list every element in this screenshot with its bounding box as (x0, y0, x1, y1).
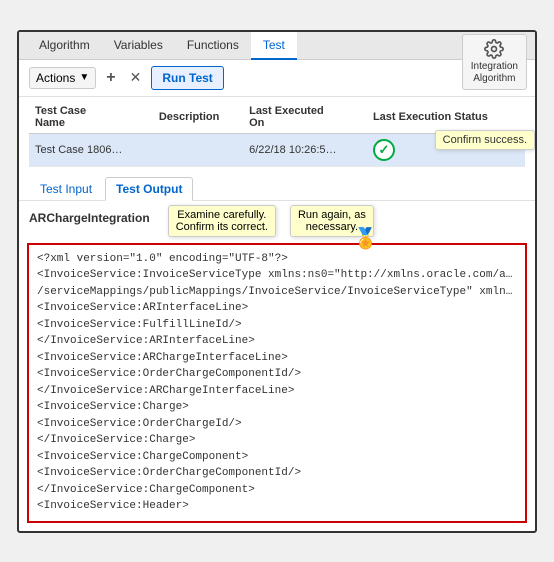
tab-test[interactable]: Test (251, 32, 297, 60)
integration-algorithm-button[interactable]: IntegrationAlgorithm (462, 34, 527, 90)
table-row[interactable]: Test Case 1806… 6/22/18 10:26:5… ✓ Confi… (29, 133, 525, 166)
actions-dropdown[interactable]: Actions ▼ (29, 67, 96, 89)
output-line-7: <InvoiceService:OrderChargeComponentId/> (37, 366, 517, 383)
tooltips-and-label-row: ARChargeIntegration Examine carefully. C… (19, 201, 535, 239)
cell-last-executed: 6/22/18 10:26:5… (243, 133, 367, 166)
toolbar: Actions ▼ + ✕ Run Test (19, 60, 535, 97)
output-line-8: </InvoiceService:ARChargeInterfaceLine> (37, 383, 517, 400)
output-line-4: <InvoiceService:FulfillLineId/> (37, 317, 517, 334)
col-header-name: Test CaseName (29, 101, 153, 134)
col-header-last-executed: Last ExecutedOn (243, 101, 367, 134)
archarge-integration-label: ARChargeIntegration (29, 205, 150, 225)
status-ok-icon: ✓ (373, 139, 395, 161)
sub-tab-test-input[interactable]: Test Input (29, 177, 103, 200)
gear-icon (484, 39, 504, 59)
col-header-description: Description (153, 101, 243, 134)
actions-label: Actions (36, 71, 75, 85)
delete-button[interactable]: ✕ (126, 67, 146, 88)
output-line-2: /serviceMappings/publicMappings/InvoiceS… (37, 284, 517, 301)
output-line-13: <InvoiceService:OrderChargeComponentId/> (37, 465, 517, 482)
examine-tooltip-container: Examine carefully. Confirm its correct. (168, 205, 276, 237)
output-line-10: <InvoiceService:OrderChargeId/> (37, 416, 517, 433)
confirm-tooltip-box: Confirm success. (435, 130, 535, 150)
output-line-14: </InvoiceService:ChargeComponent> (37, 482, 517, 499)
main-container: Algorithm Variables Functions Test Integ… (17, 30, 537, 533)
output-line-1: <InvoiceService:InvoiceServiceType xmlns… (37, 267, 517, 284)
tab-variables[interactable]: Variables (102, 32, 175, 60)
sub-tabs: Test Input Test Output (19, 173, 535, 201)
test-cases-table-section: Test CaseName Description Last ExecutedO… (19, 101, 535, 167)
dropdown-arrow-icon: ▼ (79, 72, 89, 83)
integration-algorithm-label: IntegrationAlgorithm (471, 61, 518, 85)
top-nav: Algorithm Variables Functions Test Integ… (19, 32, 535, 60)
col-header-last-status: Last Execution Status (367, 101, 525, 134)
tab-functions[interactable]: Functions (175, 32, 251, 60)
output-line-9: <InvoiceService:Charge> (37, 399, 517, 416)
output-line-12: <InvoiceService:ChargeComponent> (37, 449, 517, 466)
output-line-0: <?xml version="1.0" encoding="UTF-8"?> (37, 251, 517, 268)
sub-tab-test-output[interactable]: Test Output (105, 177, 193, 201)
examine-tooltip: Examine carefully. Confirm its correct. (168, 205, 276, 237)
run-again-tooltip-container: Run again, as necessary. 🏅 (290, 205, 374, 237)
output-line-15: <InvoiceService:Header> (37, 498, 517, 515)
tab-algorithm[interactable]: Algorithm (27, 32, 102, 60)
output-line-3: <InvoiceService:ARInterfaceLine> (37, 300, 517, 317)
output-line-11: </InvoiceService:Charge> (37, 432, 517, 449)
output-line-5: </InvoiceService:ARInterfaceLine> (37, 333, 517, 350)
output-line-6: <InvoiceService:ARChargeInterfaceLine> (37, 350, 517, 367)
badge-icon: 🏅 (353, 226, 378, 251)
add-button[interactable]: + (102, 67, 119, 89)
output-area[interactable]: <?xml version="1.0" encoding="UTF-8"?> <… (27, 243, 527, 523)
test-cases-table: Test CaseName Description Last ExecutedO… (29, 101, 525, 167)
cell-name: Test Case 1806… (29, 133, 153, 166)
run-test-button[interactable]: Run Test (151, 66, 223, 90)
confirm-tooltip-text: Confirm success. (435, 130, 535, 150)
cell-status: ✓ Confirm success. (367, 133, 525, 166)
cell-description (153, 133, 243, 166)
